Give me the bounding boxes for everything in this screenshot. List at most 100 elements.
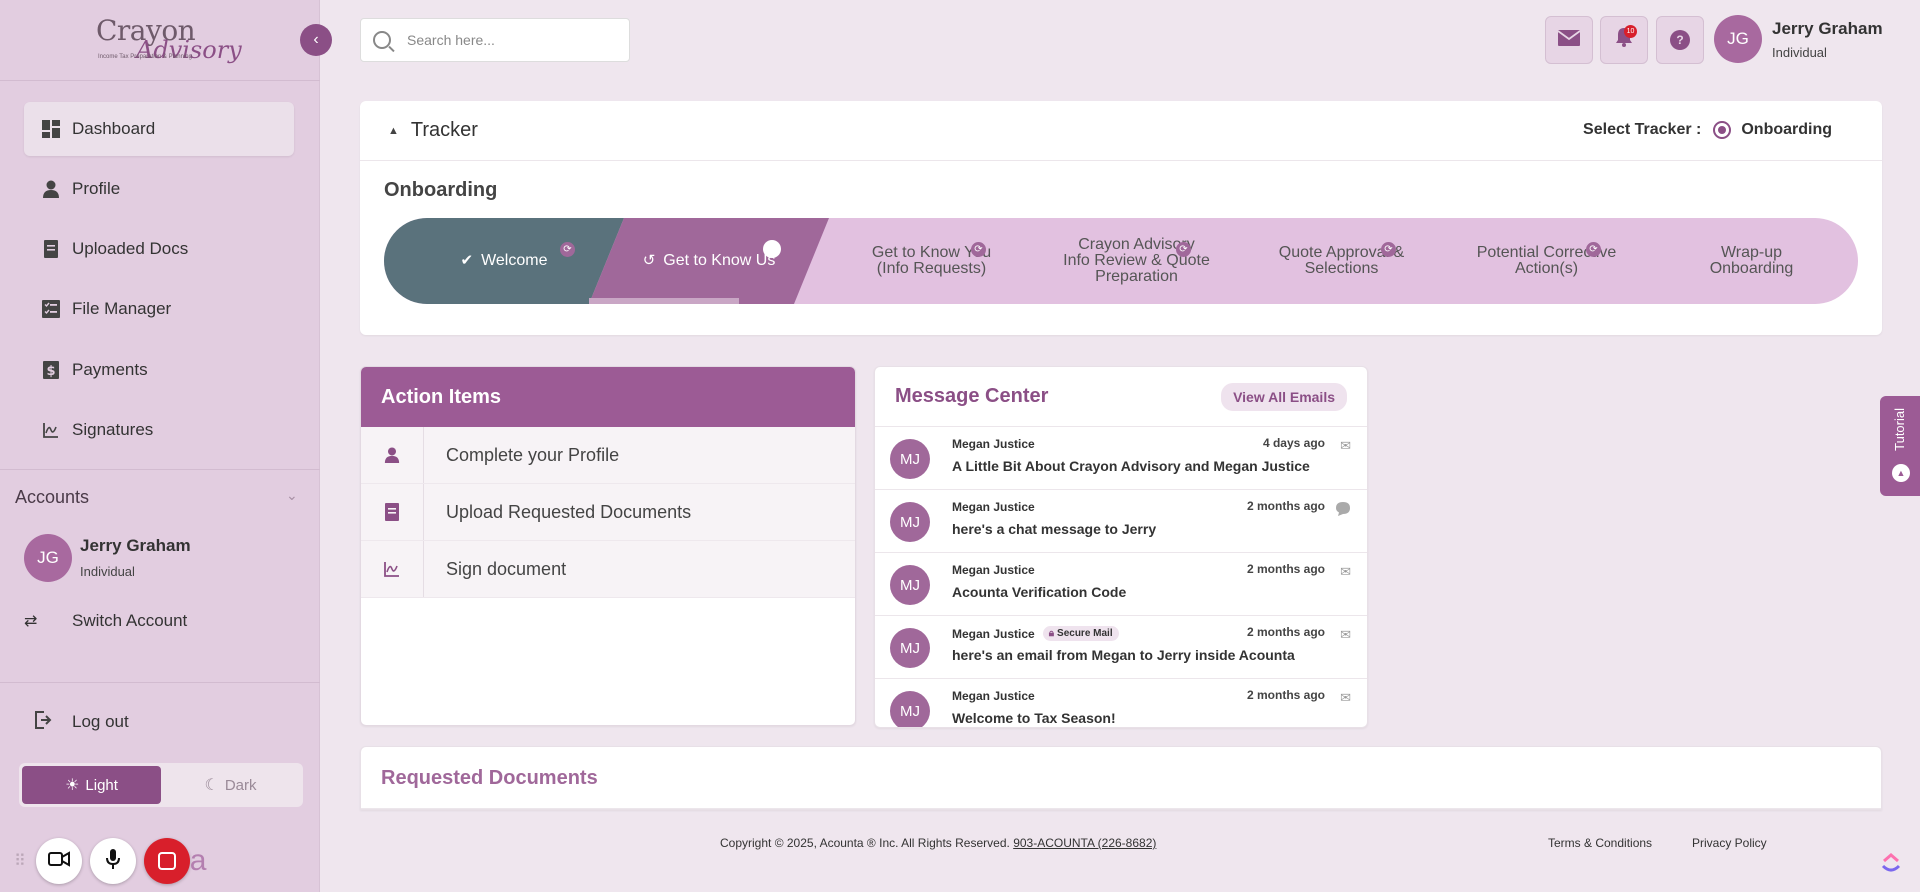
step-get-to-know-us[interactable]: ↺ Get to Know Us [589,218,829,304]
terms-link[interactable]: Terms & Conditions [1548,836,1652,850]
notifications-button[interactable]: 10 [1600,16,1648,64]
moon-icon: ☾ [204,777,219,794]
step-welcome[interactable]: ✔ Welcome [384,218,624,304]
step-label-line2: Action(s) [1514,260,1579,277]
message-time: 2 months ago [1246,688,1325,702]
dark-theme-label: Dark [224,776,257,794]
search-box [360,18,630,62]
message-sender-wrap: Megan Justice 🔒︎ Secure Mail [952,626,1119,641]
message-sender: Megan Justice [952,500,1035,514]
sidebar-item-uploaded-docs[interactable]: Uploaded Docs [24,222,294,276]
action-item-upload-documents[interactable]: Upload Requested Documents [361,484,855,541]
user-avatar[interactable]: JG [1714,15,1762,63]
light-theme-label: Light [85,776,118,794]
message-sender: Megan Justice [952,689,1035,703]
copyright-text: Copyright © 2025, Acounta ® Inc. All Rig… [720,836,1010,850]
person-icon [42,180,60,198]
requested-documents-title: Requested Documents [381,767,598,789]
sidebar-item-file-manager[interactable]: File Manager [24,282,294,336]
message-subject: here's a chat message to Jerry [952,521,1157,537]
sidebar-item-payments[interactable]: $ Payments [24,343,294,397]
tracker-toggle[interactable]: ▲ Tracker [388,119,478,142]
document-icon [42,240,60,258]
envelope-icon [1557,29,1581,52]
sidebar-divider [0,80,320,81]
camera-toggle-button[interactable] [35,838,82,884]
message-subject: Welcome to Tax Season! [952,710,1116,726]
onboarding-radio[interactable] [1713,121,1732,139]
message-sender: Megan Justice [952,626,1035,641]
switch-account-button[interactable]: ⇄ Switch Account [24,606,187,636]
message-sender: Megan Justice [952,563,1035,577]
recorder-trailing-text: a [189,844,207,877]
account-avatar[interactable]: JG [24,534,72,582]
sidebar-item-dashboard[interactable]: Dashboard [24,102,294,156]
envelope-icon: ✉ [1340,564,1351,579]
lock-icon: 🔒︎ [1048,628,1055,639]
sun-icon: ☀ [65,777,80,794]
step-label: Wrap-up [1720,244,1783,261]
message-row[interactable]: MJ Megan Justice here's a chat message t… [875,490,1367,553]
dashboard-icon [42,120,60,138]
step-corrective-actions[interactable]: Potential Corrective Action(s) [1444,218,1649,304]
sidebar-item-label: Uploaded Docs [72,239,189,258]
chevron-down-icon[interactable]: ⌄ [286,487,298,504]
clickup-logo-icon[interactable] [1880,852,1902,874]
history-icon: ↺ [642,252,656,269]
tracker-header: ▲ Tracker Select Tracker : Onboarding [360,101,1882,161]
privacy-link[interactable]: Privacy Policy [1692,836,1767,850]
message-center-card: Message Center View All Emails MJ Megan … [874,366,1368,728]
footer-copyright: Copyright © 2025, Acounta ® Inc. All Rig… [720,836,1156,850]
action-item-complete-profile[interactable]: Complete your Profile [361,427,855,484]
secure-mail-label: Secure Mail [1057,628,1113,639]
mail-button[interactable] [1545,16,1593,64]
microphone-toggle-button[interactable] [89,838,136,884]
tutorial-label: Tutorial [1892,408,1907,451]
step-wrap-up[interactable]: Wrap-up Onboarding [1649,218,1854,304]
pending-status-icon: ⟳ [971,242,986,257]
sidebar-item-label: Dashboard [72,119,156,138]
action-item-label: Complete your Profile [446,444,620,465]
step-get-to-know-you[interactable]: Get to Know You (Info Requests) [829,218,1034,304]
step-quote-approval[interactable]: Quote Approval & Selections [1239,218,1444,304]
search-input[interactable] [407,32,607,48]
signature-icon [42,421,60,439]
sidebar-divider [0,682,320,683]
collapse-sidebar-button[interactable]: ‹ [300,24,332,56]
logout-button[interactable]: Log out [34,707,129,737]
message-row[interactable]: MJ Megan Justice Welcome to Tax Season! … [875,679,1367,727]
checklist-icon [42,300,60,318]
step-info-review-quote[interactable]: Crayon Advisory Info Review & Quote Prep… [1034,218,1239,304]
message-row[interactable]: MJ Megan Justice A Little Bit About Cray… [875,427,1367,490]
onboarding-option-label[interactable]: Onboarding [1741,121,1832,139]
step-label-line3: Preparation [1095,268,1178,285]
sender-avatar: MJ [890,628,930,668]
stop-recording-button[interactable] [143,838,190,884]
user-name[interactable]: Jerry Graham [1772,19,1883,39]
document-icon [361,484,424,540]
stop-icon [157,852,176,870]
message-row[interactable]: MJ Megan Justice Acounta Verification Co… [875,553,1367,616]
message-row[interactable]: MJ Megan Justice 🔒︎ Secure Mail here's a… [875,616,1367,679]
onboarding-stepper: ✔ Welcome ↺ Get to Know Us Get to Know Y… [384,218,1858,304]
tutorial-tab[interactable]: Tutorial ▲ [1880,396,1920,496]
step-label: Get to Know Us [663,252,776,269]
message-time: 2 months ago [1246,562,1325,576]
caret-up-icon: ▲ [388,124,399,137]
sidebar-item-signatures[interactable]: Signatures [24,403,294,457]
action-item-sign-document[interactable]: Sign document [361,541,855,598]
chat-bubble-icon [1335,501,1351,520]
sidebar-item-profile[interactable]: Profile [24,162,294,216]
help-button[interactable]: ? [1656,16,1704,64]
checkmark-icon: ✔ [460,252,474,269]
envelope-icon: ✉ [1340,438,1351,453]
phone-link[interactable]: 903-ACOUNTA (226-8682) [1013,836,1156,850]
step-label-line2: Selections [1304,260,1379,277]
crayon-advisory-logo[interactable]: Crayon Advisory Income Tax Preparation &… [96,14,242,64]
light-theme-option[interactable]: ☀ Light [22,766,161,804]
view-all-emails-button[interactable]: View All Emails [1221,382,1347,411]
current-status-dot [763,240,781,258]
help-icon: ? [1670,30,1690,50]
drag-handle-icon[interactable]: ⠿ [14,851,26,871]
dark-theme-option[interactable]: ☾ Dark [161,766,300,804]
